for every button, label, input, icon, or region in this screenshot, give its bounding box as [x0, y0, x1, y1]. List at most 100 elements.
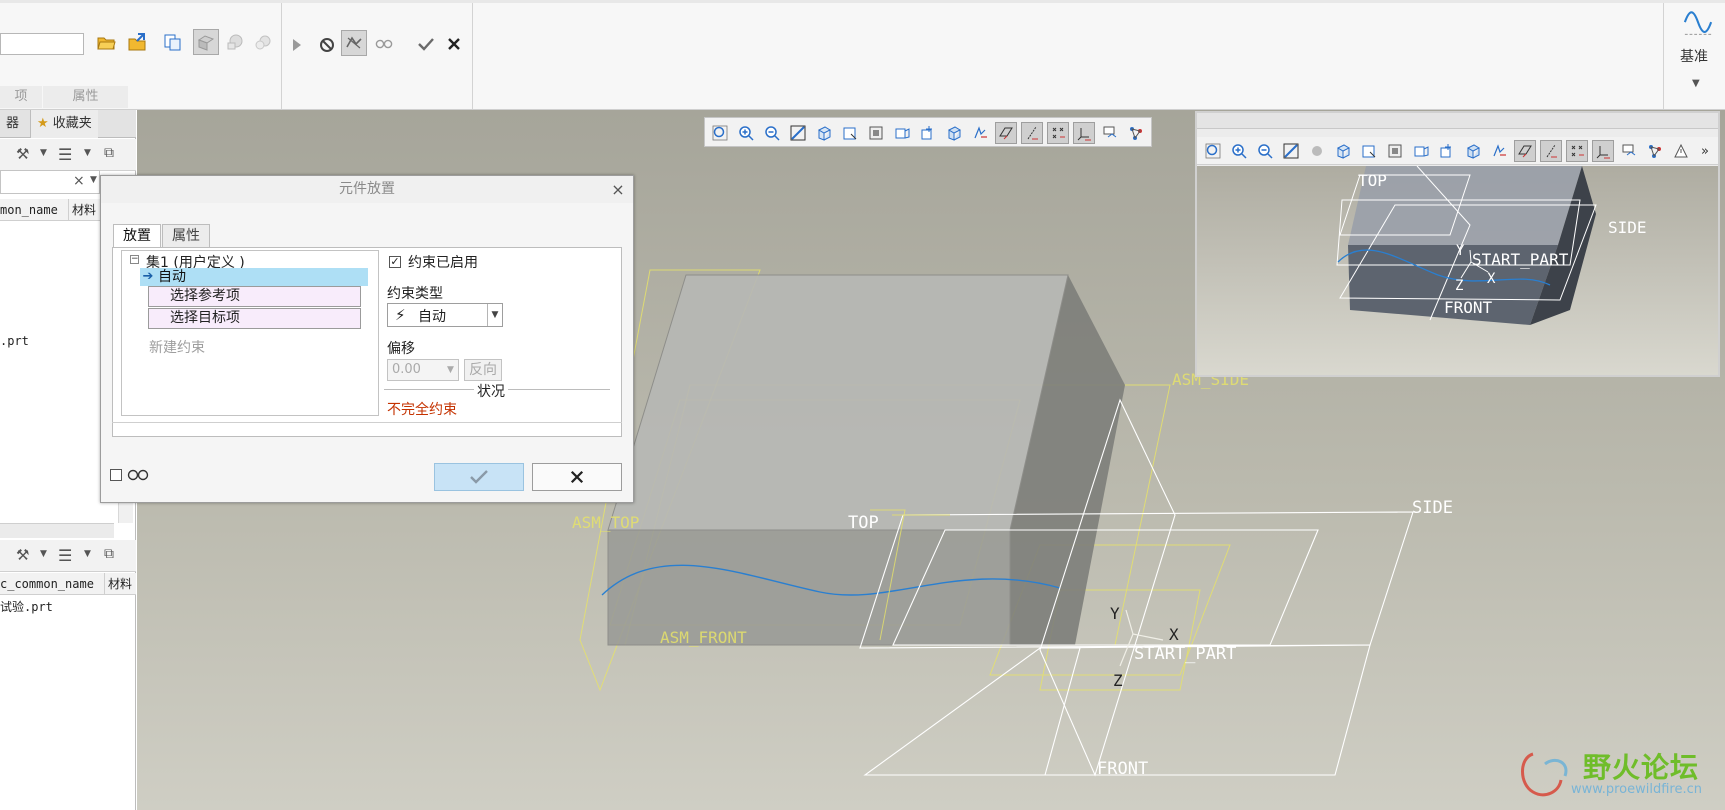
mini-saved-views-button[interactable] [1358, 140, 1380, 162]
tree-filter-icon[interactable]: ⧉ [104, 546, 114, 562]
label-asm-top[interactable]: ASM_TOP [572, 513, 639, 532]
cancel-button[interactable] [532, 463, 622, 491]
ok-button[interactable] [434, 463, 524, 491]
ribbon-tab-items[interactable]: 项 [0, 86, 42, 108]
mini-zoom-out-button[interactable] [1254, 140, 1276, 162]
perspective-button[interactable] [891, 122, 913, 144]
tools-wrench-icon[interactable]: ⚒ [16, 145, 29, 163]
cancel-toolbar-button[interactable] [441, 31, 467, 57]
solid-block[interactable] [607, 274, 1125, 646]
more-chevrons-icon[interactable]: » [1694, 140, 1716, 162]
glasses-icon[interactable] [126, 465, 150, 483]
mini-csys-display-button[interactable] [1592, 140, 1614, 162]
shape-tool-button[interactable] [222, 29, 248, 55]
mini-point-display-button[interactable] [1566, 140, 1588, 162]
chevron-down-icon[interactable]: ▼ [1692, 78, 1700, 89]
label-asm-front[interactable]: ASM_FRONT [660, 628, 747, 647]
column-header-name[interactable]: c_common_name [0, 573, 94, 594]
mini-label-front[interactable]: FRONT [1444, 298, 1493, 317]
select-reference-item[interactable]: 选择参考项 [148, 286, 361, 307]
sphere-tool-button[interactable] [250, 29, 276, 55]
mini-label-top[interactable]: TOP [1358, 171, 1387, 190]
tab-properties[interactable]: 属性 [162, 224, 210, 247]
preview-geometry-button[interactable] [341, 30, 367, 56]
close-icon[interactable]: × [607, 176, 629, 203]
flip-button[interactable]: 反向 [464, 359, 502, 381]
annotations-button[interactable] [1125, 122, 1147, 144]
dialog-title[interactable]: 元件放置 [101, 176, 633, 203]
open-folder-button[interactable] [93, 29, 119, 55]
annotation-display-button[interactable] [969, 122, 991, 144]
component-model[interactable]: TOP SIDE START_PART FRONT Y X Z [1197, 166, 1718, 375]
chevron-down-icon[interactable]: ▼ [84, 148, 91, 158]
pause-button[interactable] [314, 32, 340, 58]
constraint-type-value[interactable]: 自动 [418, 306, 446, 326]
navigator-tab-model[interactable]: 器 [0, 110, 25, 138]
mini-annotation-display-button[interactable] [1488, 140, 1510, 162]
list-settings-icon[interactable]: ☰ [58, 145, 72, 164]
reference-input[interactable] [0, 33, 84, 55]
surface-display-button[interactable] [193, 29, 219, 55]
mini-label-start-part[interactable]: START_PART [1472, 250, 1569, 269]
chevron-down-icon[interactable]: ▼ [40, 549, 47, 559]
label-top[interactable]: TOP [848, 513, 879, 533]
zoom-in-button[interactable] [735, 122, 757, 144]
folder-export-button[interactable] [124, 29, 150, 55]
mini-spin-center-button[interactable] [1436, 140, 1458, 162]
chevron-down-icon[interactable]: ▼ [443, 360, 458, 380]
mini-label-side[interactable]: SIDE [1608, 218, 1647, 237]
point-display-button[interactable] [1047, 122, 1069, 144]
model-tree-row[interactable]: .prt [0, 334, 29, 348]
list-settings-icon[interactable]: ☰ [58, 546, 72, 565]
label-side[interactable]: SIDE [1412, 498, 1453, 518]
glasses-preview-button[interactable] [371, 30, 397, 56]
preview-checkbox[interactable] [110, 469, 122, 481]
mini-shading-button[interactable] [1306, 140, 1328, 162]
model-tree-horizontal-scrollbar[interactable] [0, 523, 114, 538]
column-header-material[interactable]: 材料 [104, 573, 132, 594]
label-front[interactable]: FRONT [1097, 759, 1148, 779]
zoom-out-button[interactable] [761, 122, 783, 144]
ribbon-tab-properties[interactable]: 属性 [43, 86, 128, 108]
collapse-toggle-icon[interactable]: − [130, 255, 139, 264]
tools-wrench-icon[interactable]: ⚒ [16, 546, 29, 564]
saved-views-button[interactable] [839, 122, 861, 144]
chevron-down-icon[interactable]: ▼ [84, 549, 91, 559]
mini-warning-button[interactable] [1670, 140, 1692, 162]
chevron-down-icon[interactable]: ▼ [487, 304, 502, 326]
component-window-titlebar[interactable] [1197, 113, 1718, 129]
section-view-button[interactable] [943, 122, 965, 144]
view-manager-button[interactable] [865, 122, 887, 144]
component-viewport[interactable]: TOP SIDE START_PART FRONT Y X Z [1197, 166, 1718, 375]
mini-zoom-in-button[interactable] [1228, 140, 1250, 162]
select-target-item[interactable]: 选择目标项 [148, 308, 361, 329]
plane-display-button[interactable] [995, 122, 1017, 144]
csys-display-button[interactable] [1073, 122, 1095, 144]
layer-tree-row[interactable]: 试验.prt [0, 598, 53, 615]
spin-center-display-button[interactable] [1099, 122, 1121, 144]
repaint-button[interactable] [787, 122, 809, 144]
column-header-material[interactable]: 材料 [68, 199, 96, 220]
mini-perspective-button[interactable] [1410, 140, 1432, 162]
mini-spin-center-display-button[interactable] [1618, 140, 1640, 162]
chevron-down-icon[interactable]: ▼ [40, 148, 47, 158]
constraint-enabled-checkbox[interactable]: ✓ [389, 256, 401, 268]
mini-plane-display-button[interactable] [1514, 140, 1536, 162]
spin-center-button[interactable] [917, 122, 939, 144]
refit-button[interactable] [709, 122, 731, 144]
datum-curve-button[interactable] [1681, 8, 1715, 40]
mini-section-view-button[interactable] [1462, 140, 1484, 162]
display-style-button[interactable] [813, 122, 835, 144]
column-header-name[interactable]: mon_name [0, 199, 58, 220]
model-tree-search-input[interactable]: × [0, 170, 100, 194]
mini-axis-display-button[interactable] [1540, 140, 1562, 162]
mini-repaint-button[interactable] [1280, 140, 1302, 162]
label-start-part[interactable]: START_PART [1134, 644, 1236, 664]
datum-group-label[interactable]: 基准 [1680, 46, 1708, 66]
axis-display-button[interactable] [1021, 122, 1043, 144]
mini-view-manager-button[interactable] [1384, 140, 1406, 162]
copy-model-button[interactable] [160, 29, 186, 55]
constraint-auto-item[interactable]: 自动 [140, 268, 368, 286]
tab-placement[interactable]: 放置 [113, 224, 161, 248]
chevron-down-icon[interactable]: ▼ [90, 175, 97, 185]
